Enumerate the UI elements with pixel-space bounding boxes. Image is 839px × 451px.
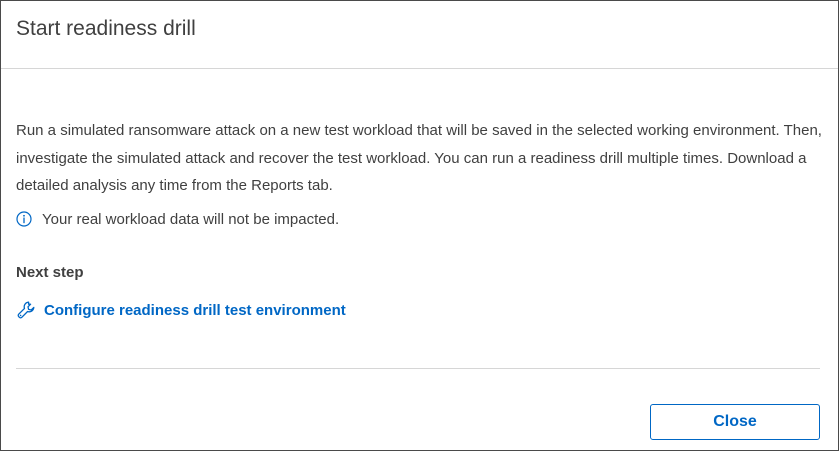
dialog-header: Start readiness drill: [1, 1, 838, 69]
info-note: Your real workload data will not be impa…: [16, 208, 339, 230]
info-icon: [16, 211, 32, 227]
dialog-description: Run a simulated ransomware attack on a n…: [16, 122, 822, 194]
dialog-title: Start readiness drill: [16, 17, 196, 40]
configure-link-text[interactable]: Configure readiness drill test environme…: [44, 302, 346, 319]
configure-test-environment-link[interactable]: Configure readiness drill test environme…: [16, 298, 346, 322]
close-button[interactable]: Close: [650, 404, 820, 440]
wrench-icon: [16, 300, 36, 320]
readiness-drill-dialog: Start readiness drill Run a simulated ra…: [0, 0, 839, 451]
next-step-heading: Next step: [16, 264, 84, 281]
footer-divider: [16, 368, 820, 369]
info-text: Your real workload data will not be impa…: [42, 210, 340, 228]
